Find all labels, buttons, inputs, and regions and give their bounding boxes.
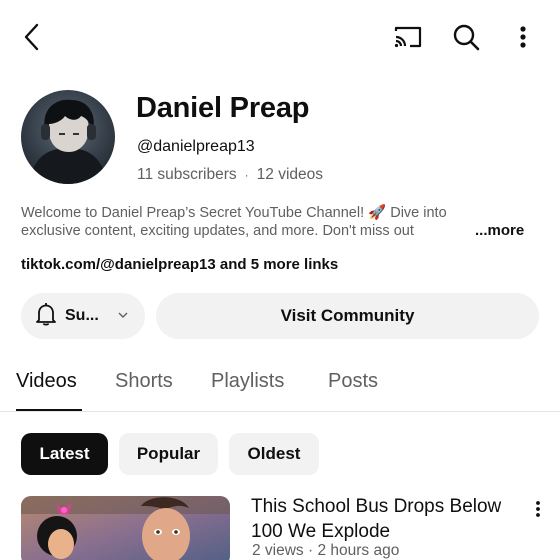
cast-icon[interactable] xyxy=(388,17,428,57)
channel-links[interactable]: tiktok.com/@danielpreap13 and 5 more lin… xyxy=(21,256,338,273)
bell-icon xyxy=(35,302,57,331)
chevron-down-icon xyxy=(117,307,129,328)
channel-avatar[interactable] xyxy=(21,90,115,184)
description-line-2: exclusive content, exciting updates, and… xyxy=(21,222,473,240)
chip-oldest[interactable]: Oldest xyxy=(229,433,319,475)
tab-playlists[interactable]: Playlists xyxy=(211,370,284,393)
more-link[interactable]: ...more xyxy=(475,222,524,239)
channel-stats: 11 subscribers · 12 videos xyxy=(137,166,323,184)
channel-description[interactable]: Welcome to Daniel Preap’s Secret YouTube… xyxy=(21,204,541,240)
channel-handle: @danielpreap13 xyxy=(137,138,255,155)
channel-name: Daniel Preap xyxy=(136,92,310,124)
chip-latest[interactable]: Latest xyxy=(21,433,108,475)
video-title[interactable]: This School Bus Drops Below 100 We Explo… xyxy=(251,494,511,544)
back-icon[interactable] xyxy=(12,17,52,57)
subscribe-label: Su... xyxy=(65,307,99,324)
subscriber-count: 11 subscribers xyxy=(137,166,237,183)
description-fade xyxy=(433,222,473,240)
visit-community-button[interactable]: Visit Community xyxy=(156,293,539,339)
channel-tabs: Videos Shorts Playlists Posts xyxy=(0,356,560,412)
chip-popular[interactable]: Popular xyxy=(119,433,218,475)
active-tab-indicator xyxy=(16,409,82,411)
top-bar xyxy=(0,0,560,74)
tab-shorts[interactable]: Shorts xyxy=(115,370,173,393)
tab-posts[interactable]: Posts xyxy=(328,370,378,393)
stats-separator: · xyxy=(244,168,249,182)
video-thumbnail[interactable] xyxy=(21,496,230,560)
description-line-1: Welcome to Daniel Preap’s Secret YouTube… xyxy=(21,205,447,221)
description-line-2-text: exclusive content, exciting updates, and… xyxy=(21,223,414,239)
video-count: 12 videos xyxy=(256,166,324,183)
subscribe-button[interactable]: Su... xyxy=(21,293,145,339)
search-icon[interactable] xyxy=(446,17,486,57)
more-vertical-icon[interactable] xyxy=(503,17,543,57)
tab-videos[interactable]: Videos xyxy=(16,370,77,393)
video-meta: 2 views · 2 hours ago xyxy=(252,542,400,559)
video-more-icon[interactable] xyxy=(528,498,548,520)
